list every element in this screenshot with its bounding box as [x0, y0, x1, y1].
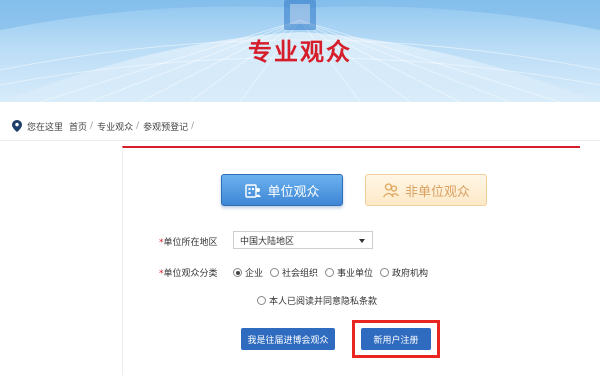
breadcrumb-separator: / — [191, 121, 195, 131]
privacy-radio-icon[interactable] — [257, 296, 266, 305]
radio-icon[interactable] — [270, 268, 280, 277]
breadcrumb-item-home[interactable]: 首页 — [69, 120, 87, 133]
category-option-label: 企业 — [245, 269, 264, 279]
unit-audience-label: 单位观众 — [267, 184, 320, 200]
category-option-public-institution[interactable]: 事业单位 — [325, 266, 373, 279]
category-option-government[interactable]: 政府机构 — [380, 266, 428, 279]
divider — [0, 140, 600, 141]
breadcrumb: 您在这里 首页 / 专业观众 / 参观预登记 / — [12, 119, 198, 133]
people-icon — [382, 183, 399, 198]
category-radio-group: 企业 社会组织 事业单位 政府机构 — [233, 266, 435, 279]
new-user-register-button[interactable]: 新用户注册 — [361, 328, 431, 350]
non-unit-audience-label: 非单位观众 — [404, 184, 470, 200]
category-label: *单位观众分类 — [159, 266, 218, 279]
region-select-value: 中国大陆地区 — [240, 236, 295, 247]
category-option-label: 政府机构 — [392, 269, 429, 279]
privacy-agreement-label: 本人已阅读并同意隐私条款 — [269, 297, 378, 307]
chevron-down-icon — [359, 239, 365, 243]
radio-checked-icon[interactable] — [233, 268, 242, 277]
region-label-text: 单位所在地区 — [163, 238, 218, 248]
privacy-agreement[interactable]: 本人已阅读并同意隐私条款 — [257, 294, 377, 307]
header-banner: 专业观众 — [0, 0, 600, 102]
region-label: *单位所在地区 — [159, 235, 218, 248]
breadcrumb-lead: 您在这里 — [27, 122, 64, 133]
category-option-label: 事业单位 — [337, 269, 374, 279]
category-option-social-org[interactable]: 社会组织 — [270, 266, 318, 279]
breadcrumb-separator: / — [90, 121, 94, 131]
building-person-icon — [245, 184, 262, 198]
category-label-text: 单位观众分类 — [163, 269, 218, 279]
past-visitor-button[interactable]: 我是往届进博会观众 — [241, 328, 335, 350]
breadcrumb-separator: / — [136, 121, 140, 131]
region-select[interactable]: 中国大陆地区 — [233, 231, 373, 249]
breadcrumb-item-preregistration[interactable]: 参观预登记 — [143, 120, 188, 133]
location-pin-icon — [12, 120, 22, 132]
radio-icon[interactable] — [325, 268, 335, 277]
non-unit-audience-button[interactable]: 非单位观众 — [365, 174, 487, 206]
registration-card: 单位观众 非单位观众 *单位所在地区 中国大陆地区 *单位观众分类 企业 社会组… — [122, 146, 580, 375]
radio-icon[interactable] — [380, 268, 390, 277]
category-option-enterprise[interactable]: 企业 — [233, 266, 263, 279]
unit-audience-button[interactable]: 单位观众 — [221, 174, 343, 206]
category-option-label: 社会组织 — [282, 269, 319, 279]
breadcrumb-item-professional[interactable]: 专业观众 — [97, 120, 133, 133]
page-title: 专业观众 — [248, 38, 352, 66]
